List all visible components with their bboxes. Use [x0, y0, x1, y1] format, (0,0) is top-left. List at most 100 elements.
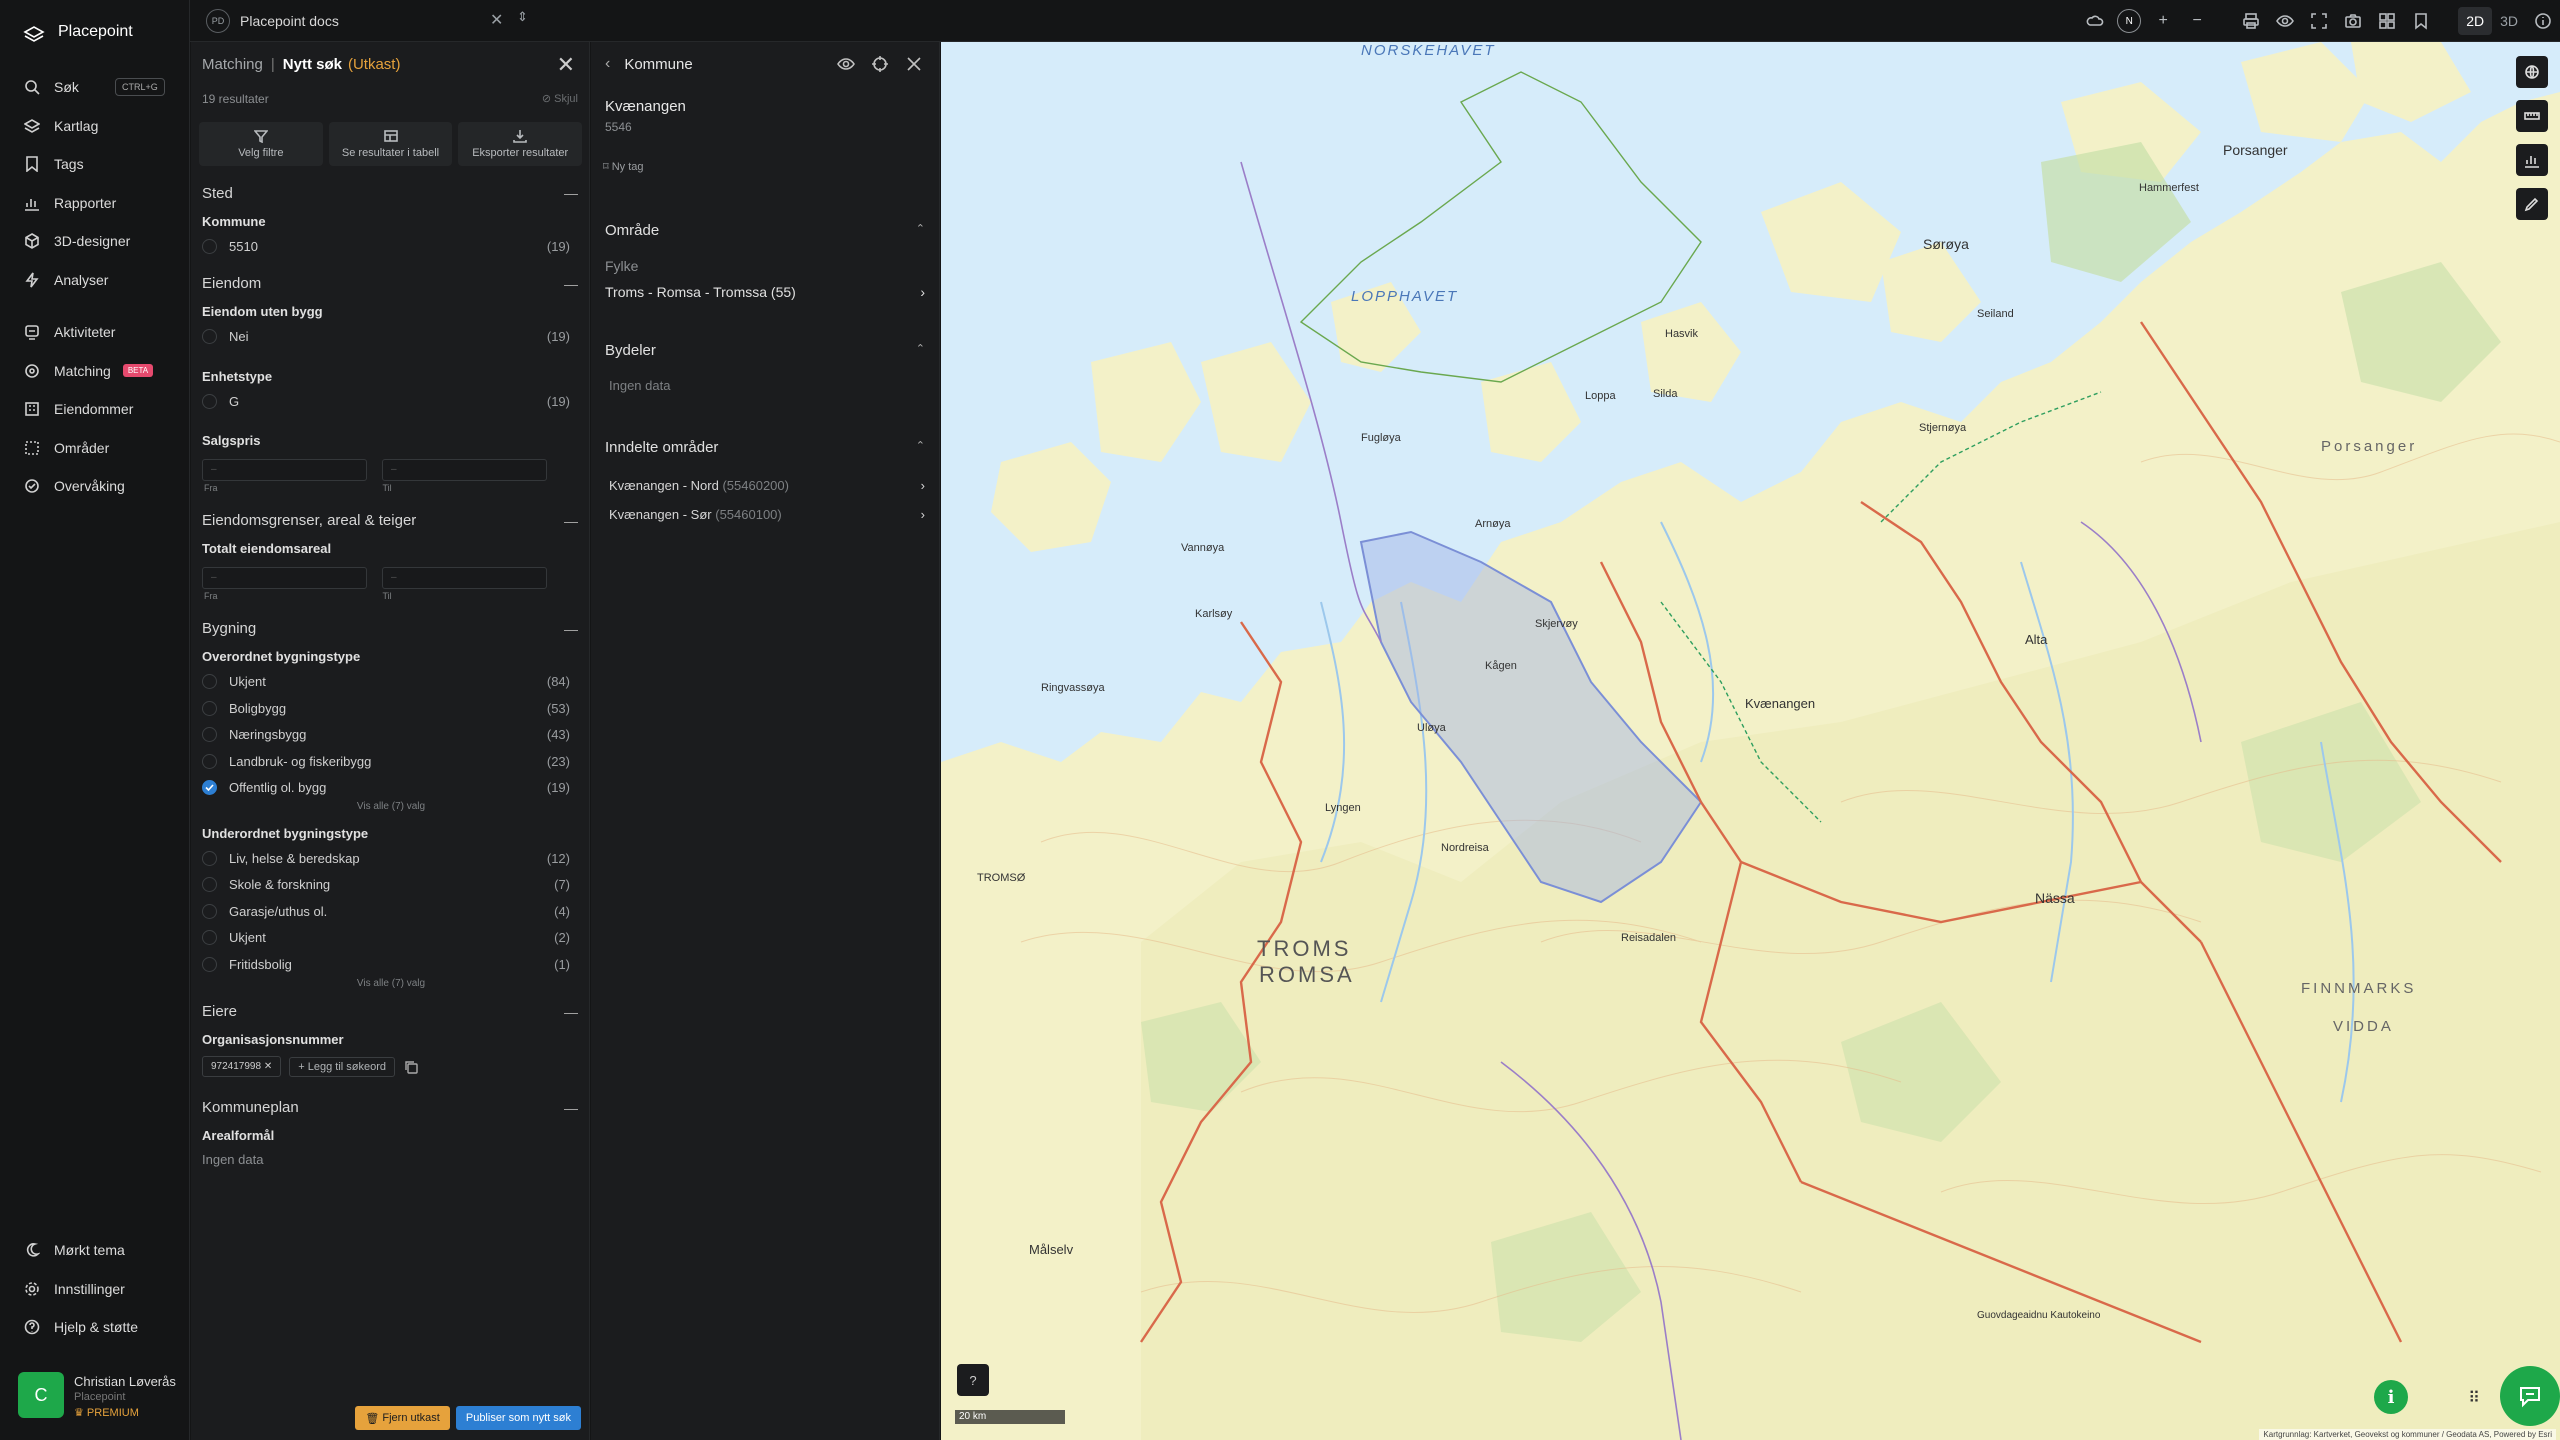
chevron-up-icon[interactable]: ⌃ — [916, 342, 925, 359]
back-icon[interactable]: ‹ — [605, 55, 610, 73]
map-help-icon[interactable]: ? — [957, 1364, 989, 1396]
filter-option[interactable]: Offentlig ol. bygg (19) — [202, 775, 580, 802]
table-view-button[interactable]: Se resultater i tabell — [328, 122, 453, 166]
section-sted[interactable]: Sted — — [202, 179, 580, 207]
weather-icon[interactable] — [2078, 4, 2112, 38]
checkbox[interactable] — [202, 727, 217, 743]
area-from-input[interactable]: – — [202, 566, 367, 589]
nav-item-tags[interactable]: Tags — [0, 145, 190, 184]
list-item[interactable]: Kvænangen - Sør (55460100) › — [609, 507, 925, 522]
keyword-chip[interactable]: 972417998 ✕ — [202, 1056, 282, 1077]
remove-keyword-icon[interactable]: ✕ — [264, 1061, 272, 1072]
checkbox[interactable] — [202, 700, 217, 716]
chevron-up-icon[interactable]: ⌃ — [916, 222, 925, 239]
nav-item-overvaking[interactable]: Overvåking — [0, 467, 190, 506]
checkbox[interactable] — [202, 753, 217, 769]
section-kommuneplan[interactable]: Kommuneplan — — [202, 1094, 580, 1122]
eye-icon[interactable] — [2268, 4, 2302, 38]
mode-2d-button[interactable]: 2D — [2458, 7, 2493, 35]
section-bydeler[interactable]: Bydeler ⌃ — [605, 342, 925, 359]
locate-icon[interactable] — [871, 55, 889, 73]
close-icon[interactable]: ✕ — [557, 52, 575, 78]
show-all-link[interactable]: Vis alle (7) valg — [202, 978, 580, 994]
checkbox[interactable] — [202, 877, 217, 893]
close-icon[interactable] — [905, 55, 923, 73]
checkbox[interactable] — [202, 903, 217, 919]
filter-option[interactable]: Liv, helse & beredskap (12) — [202, 845, 580, 872]
document-selector[interactable]: PD Placepoint docs — [206, 7, 339, 35]
add-keyword-button[interactable]: + Legg til søkeord — [289, 1056, 395, 1077]
drag-handle-icon[interactable]: ⠿ — [2468, 1388, 2480, 1408]
filter-option[interactable]: Næringsbygg (43) — [202, 722, 580, 749]
zoom-in-icon[interactable]: + — [2146, 4, 2180, 38]
export-button[interactable]: Eksporter resultater — [458, 122, 583, 166]
globe-layer-icon[interactable] — [2516, 56, 2548, 88]
checkbox[interactable] — [202, 393, 217, 409]
remove-draft-button[interactable]: 🗑 Fjern utkast — [355, 1406, 450, 1430]
collapse-icon[interactable]: — — [564, 185, 578, 201]
compass-button[interactable]: N — [2112, 4, 2146, 38]
map-canvas[interactable]: NORSKEHAVET LOPPHAVET TROMS ROMSA FINNMA… — [941, 42, 2560, 1440]
info-icon[interactable]: i — [2374, 1380, 2408, 1414]
checkbox[interactable] — [202, 238, 217, 254]
filter-option[interactable]: Nei (19) — [202, 324, 580, 351]
nav-item-settings[interactable]: Innstillinger — [0, 1270, 190, 1309]
checkbox[interactable] — [202, 674, 217, 690]
filter-option[interactable]: Landbruk- og fiskeribygg (23) — [202, 748, 580, 775]
bookmark-icon[interactable] — [2404, 4, 2438, 38]
elevation-chart-icon[interactable] — [2516, 144, 2548, 176]
section-inndelte[interactable]: Inndelte områder ⌃ — [605, 439, 925, 456]
camera-icon[interactable] — [2336, 4, 2370, 38]
nav-item-eiendommer[interactable]: Eiendommer — [0, 390, 190, 429]
filter-option[interactable]: Garasje/uthus ol. (4) — [202, 898, 580, 925]
close-document-icon[interactable]: ✕ — [490, 10, 503, 30]
hide-button[interactable]: ⊘ Skjul — [542, 92, 578, 105]
checkbox[interactable] — [202, 956, 217, 972]
publish-button[interactable]: Publiser som nytt søk — [455, 1406, 581, 1430]
section-eiere[interactable]: Eiere — — [202, 998, 580, 1026]
filter-option[interactable]: 5510 (19) — [202, 233, 580, 260]
chevron-up-icon[interactable]: ⌃ — [916, 439, 925, 456]
nav-item-matching[interactable]: Matching BETA — [0, 352, 190, 391]
collapse-icon[interactable]: — — [564, 621, 578, 637]
chat-button[interactable] — [2500, 1366, 2560, 1426]
info-icon[interactable] — [2526, 4, 2560, 38]
fullscreen-icon[interactable] — [2302, 4, 2336, 38]
filter-option[interactable]: Skole & forskning (7) — [202, 872, 580, 899]
copy-icon[interactable] — [403, 1059, 419, 1075]
checkbox[interactable] — [202, 930, 217, 946]
nav-item-kartlag[interactable]: Kartlag — [0, 107, 190, 146]
filter-option[interactable]: Fritidsbolig (1) — [202, 951, 580, 978]
draw-icon[interactable] — [2516, 188, 2548, 220]
nav-item-aktiviteter[interactable]: Aktiviteter — [0, 313, 190, 352]
filter-option[interactable]: Ukjent (84) — [202, 669, 580, 696]
new-tag-button[interactable]: ⌑ Ny tag — [603, 160, 644, 173]
nav-item-search[interactable]: Søk CTRL+G — [0, 68, 190, 107]
zoom-out-icon[interactable]: − — [2180, 4, 2214, 38]
fylke-link[interactable]: Troms - Romsa - Tromssa (55) › — [605, 284, 925, 300]
list-item[interactable]: Kvænangen - Nord (55460200) › — [609, 478, 925, 493]
filter-option[interactable]: Ukjent (2) — [202, 925, 580, 952]
mode-3d-button[interactable]: 3D — [2492, 7, 2526, 35]
price-to-input[interactable]: – — [382, 458, 547, 481]
brand[interactable]: Placepoint — [22, 20, 133, 44]
show-all-link[interactable]: Vis alle (7) valg — [202, 801, 580, 817]
nav-item-omrader[interactable]: Områder — [0, 429, 190, 468]
checkbox-checked[interactable] — [202, 780, 217, 796]
checkbox[interactable] — [202, 850, 217, 866]
section-eiendom[interactable]: Eiendom — — [202, 270, 580, 298]
measure-icon[interactable] — [2516, 100, 2548, 132]
nav-item-analyser[interactable]: Analyser — [0, 261, 190, 300]
print-icon[interactable] — [2234, 4, 2268, 38]
eye-icon[interactable] — [837, 55, 855, 73]
price-from-input[interactable]: – — [202, 458, 367, 481]
checkbox[interactable] — [202, 329, 217, 345]
nav-item-rapporter[interactable]: Rapporter — [0, 184, 190, 223]
collapse-icon[interactable]: — — [564, 1004, 578, 1020]
user-profile[interactable]: C Christian Løverås Placepoint ♛ PREMIUM — [18, 1372, 176, 1419]
nav-item-help[interactable]: Hjelp & støtte — [0, 1308, 190, 1347]
nav-item-dark-theme[interactable]: Mørkt tema — [0, 1231, 190, 1270]
filter-option[interactable]: Boligbygg (53) — [202, 695, 580, 722]
section-omrade[interactable]: Område ⌃ — [605, 222, 925, 239]
section-bygning[interactable]: Bygning — — [202, 615, 580, 643]
